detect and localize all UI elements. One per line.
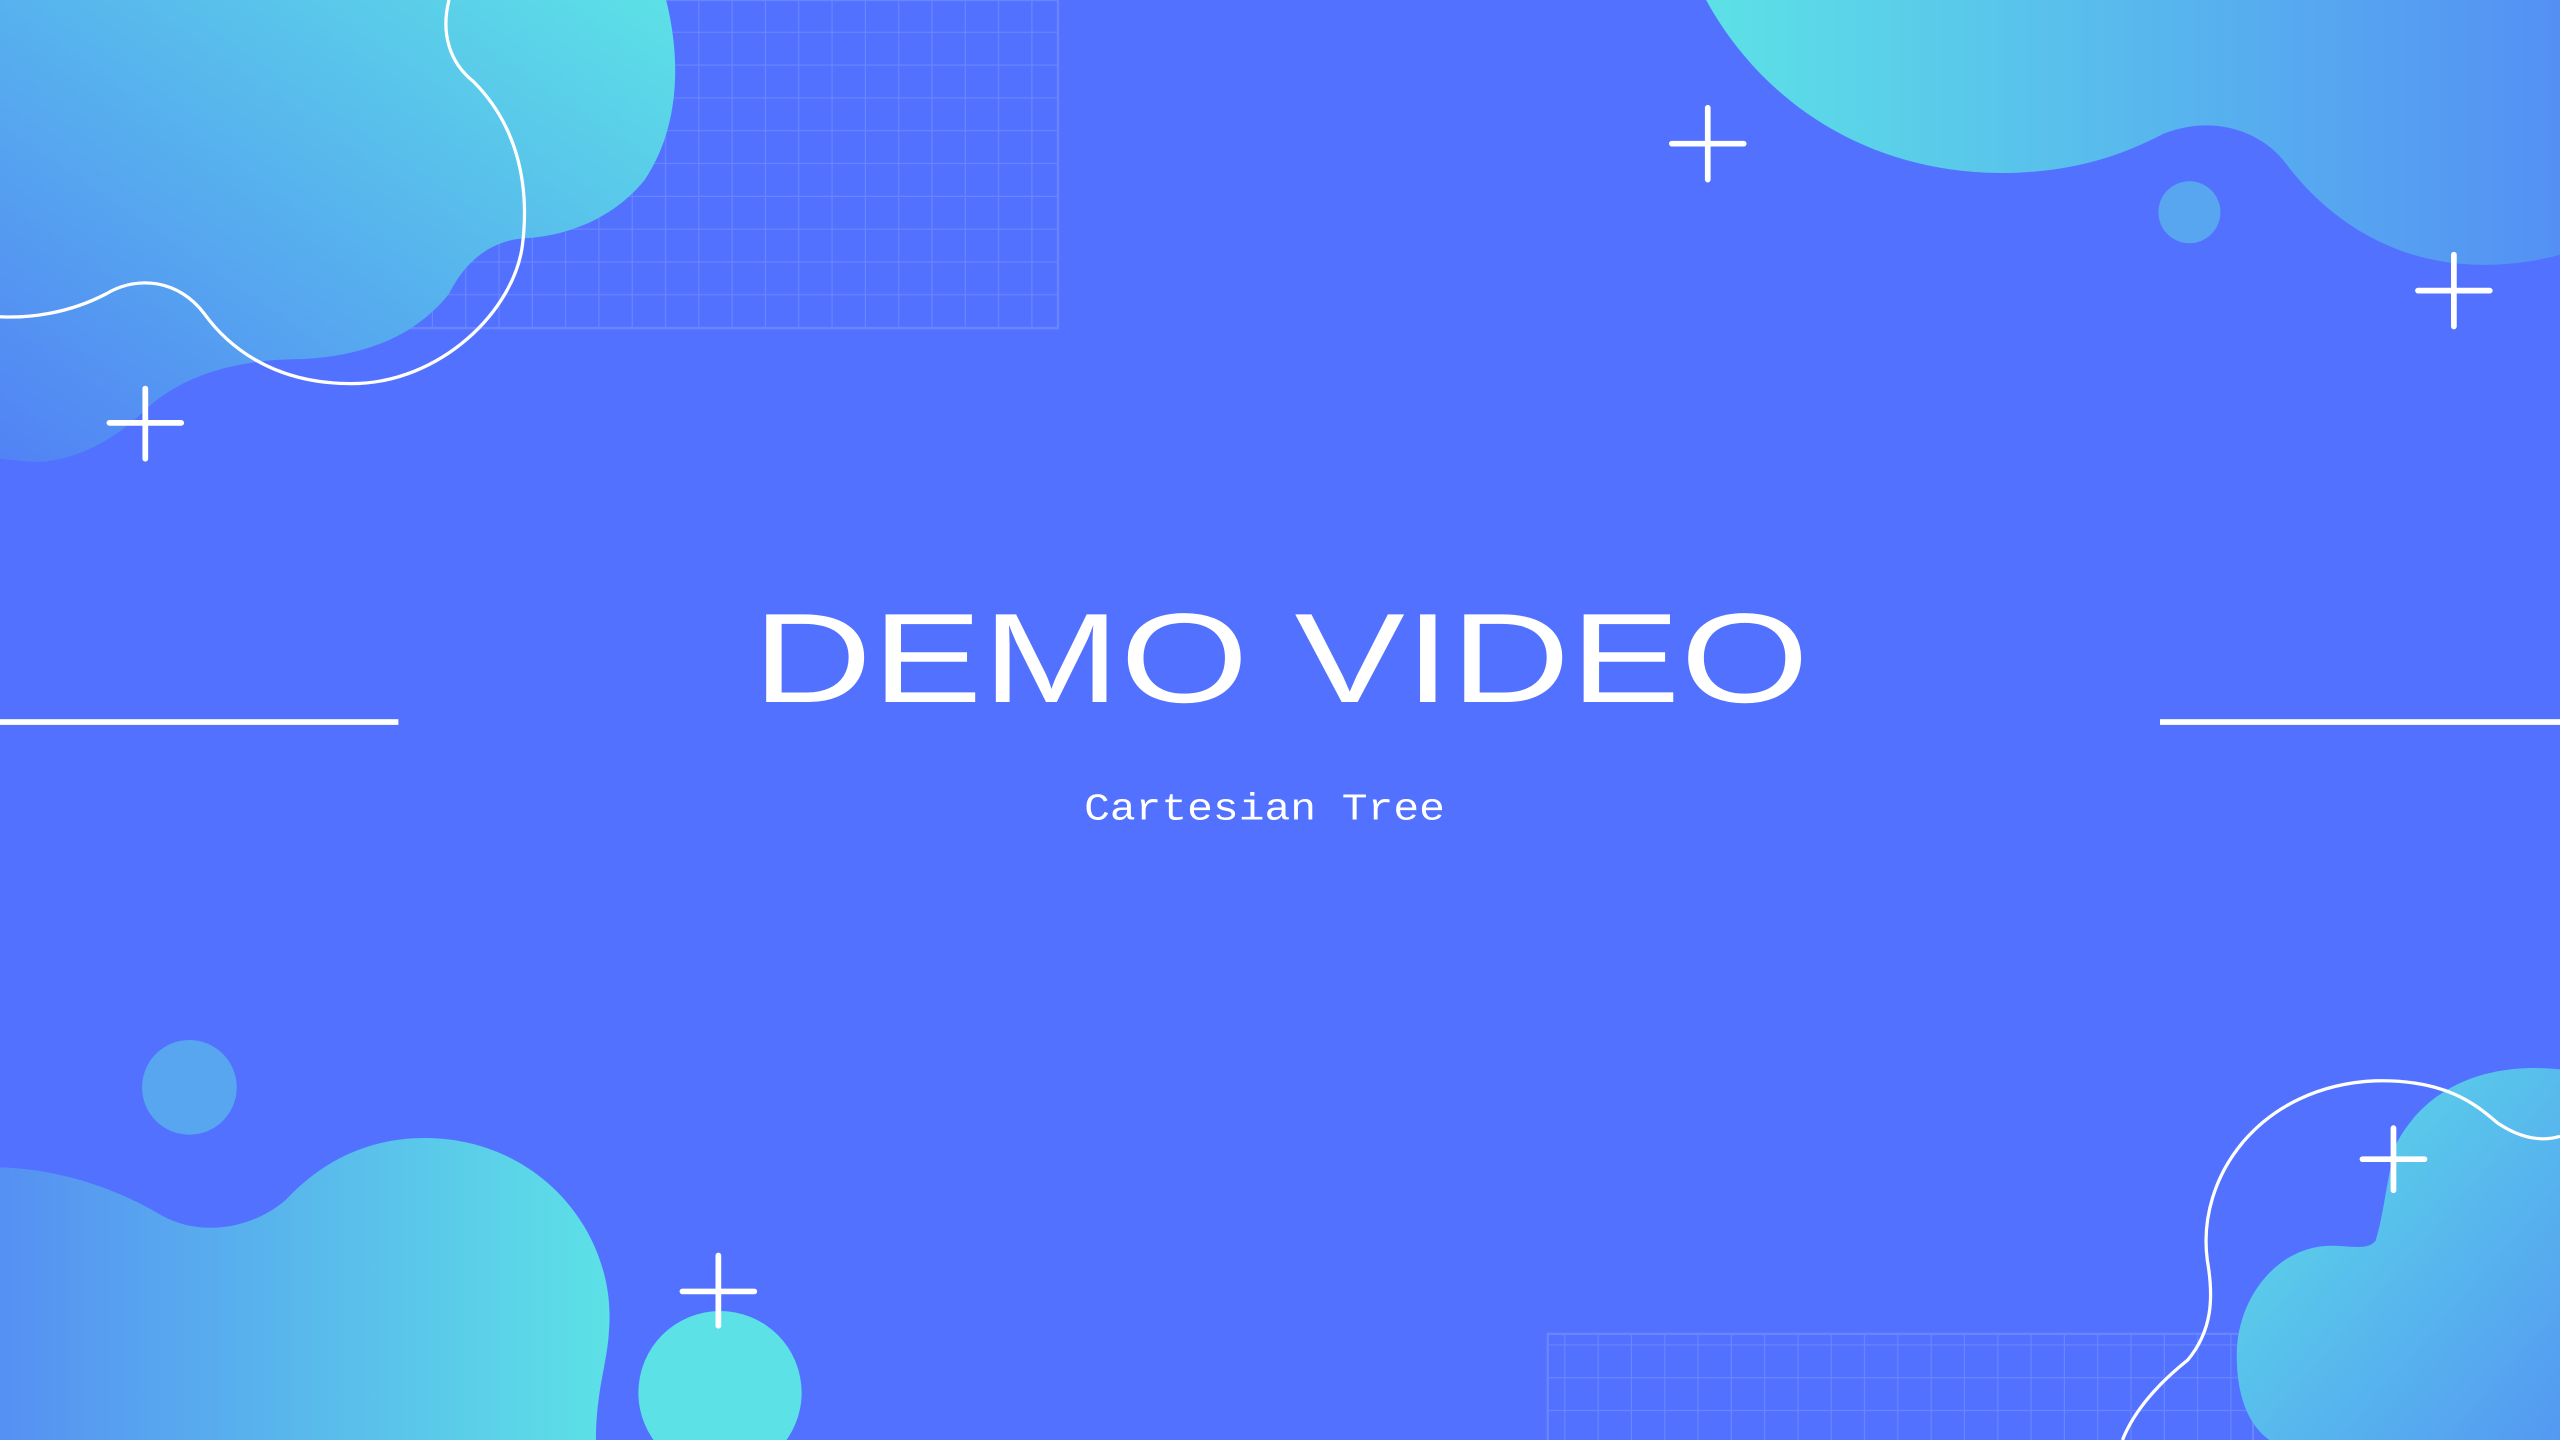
dot-bottom-left xyxy=(142,1040,237,1135)
grid-pattern-bottom xyxy=(1546,1332,2255,1440)
slide-subtitle: Cartesian Tree xyxy=(1084,790,1445,832)
blob-bottom-right xyxy=(2236,1068,2560,1440)
slide-title: DEMO VIDEO xyxy=(753,587,1809,729)
divider-left xyxy=(0,719,399,725)
divider-right xyxy=(2160,719,2560,725)
slide-canvas: DEMO VIDEO Cartesian Tree xyxy=(0,0,2560,1440)
blob-top-right xyxy=(1706,0,2560,265)
circle-bottom-center xyxy=(638,1311,802,1440)
blob-bottom-left xyxy=(0,1137,610,1440)
dot-top-right xyxy=(2158,181,2221,244)
plus-icon xyxy=(2415,251,2493,330)
plus-icon xyxy=(1668,104,1747,183)
